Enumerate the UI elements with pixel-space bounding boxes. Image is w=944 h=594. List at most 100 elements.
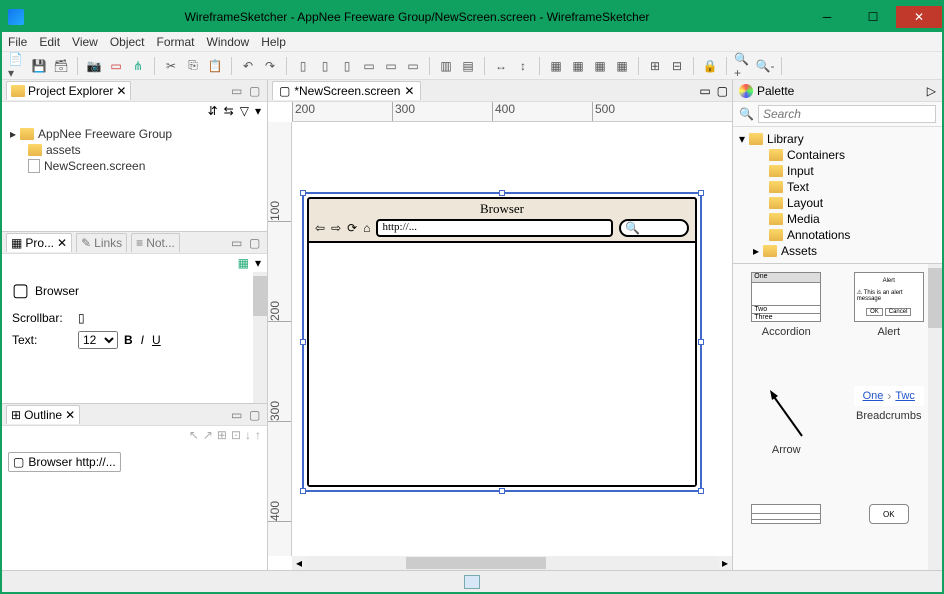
- resize-handle[interactable]: [300, 339, 306, 345]
- tree-text[interactable]: Text: [739, 179, 936, 195]
- resize-handle[interactable]: [698, 190, 704, 196]
- share-button[interactable]: ⋔: [129, 57, 147, 75]
- underline-button[interactable]: U: [152, 333, 161, 347]
- lock-button[interactable]: 🔒: [701, 57, 719, 75]
- outline-tool-3[interactable]: ⊞: [217, 428, 227, 446]
- palette-search-input[interactable]: [758, 105, 936, 123]
- align-middle-button[interactable]: ▭: [382, 57, 400, 75]
- save-button[interactable]: 💾: [30, 57, 48, 75]
- menu-help[interactable]: Help: [261, 35, 286, 49]
- browser-wireframe[interactable]: Browser ⇦ ⇨ ⟳ ⌂ http://... 🔍: [307, 197, 697, 487]
- menu-window[interactable]: Window: [207, 35, 250, 49]
- canvas-hscrollbar[interactable]: ◂ ▸: [292, 556, 732, 570]
- properties-scrollbar[interactable]: [253, 272, 267, 403]
- pdf-button[interactable]: ▭: [107, 57, 125, 75]
- widget-accordion[interactable]: One Two Three Accordion: [737, 272, 836, 376]
- tree-layout[interactable]: Layout: [739, 195, 936, 211]
- link-editor-icon[interactable]: ⇆: [224, 104, 234, 120]
- camera-button[interactable]: 📷: [85, 57, 103, 75]
- view-menu-icon[interactable]: ▾: [255, 104, 261, 120]
- outline-tool-6[interactable]: ↑: [255, 428, 261, 446]
- close-button[interactable]: ✕: [896, 6, 942, 28]
- resize-handle[interactable]: [499, 488, 505, 494]
- add-property-icon[interactable]: ▦: [238, 256, 249, 270]
- paste-button[interactable]: 📋: [206, 57, 224, 75]
- minimize-view-icon[interactable]: ▭: [231, 408, 245, 422]
- bold-button[interactable]: B: [124, 333, 133, 347]
- project-explorer-tab[interactable]: Project Explorer ✕: [6, 81, 131, 100]
- distribute-h-button[interactable]: ▥: [437, 57, 455, 75]
- match-height-button[interactable]: ↕: [514, 57, 532, 75]
- restore-view-icon[interactable]: ▢: [249, 84, 263, 98]
- menu-file[interactable]: File: [8, 35, 27, 49]
- resize-handle[interactable]: [300, 190, 306, 196]
- canvas[interactable]: Browser ⇦ ⇨ ⟳ ⌂ http://... 🔍: [292, 122, 732, 556]
- outline-tool-1[interactable]: ↖: [189, 428, 199, 446]
- match-width-button[interactable]: ↔: [492, 57, 510, 75]
- zoom-out-button[interactable]: 🔍-: [756, 57, 774, 75]
- view-menu-icon[interactable]: ▾: [255, 256, 261, 270]
- distribute-v-button[interactable]: ▤: [459, 57, 477, 75]
- canvas-area[interactable]: 200 300 400 500 100 200 300 400: [268, 102, 732, 570]
- close-view-icon[interactable]: ✕: [116, 84, 126, 98]
- properties-tab[interactable]: ▦ Pro... ✕: [6, 233, 72, 252]
- widget-partial-1[interactable]: [737, 504, 836, 562]
- tree-screen-file[interactable]: NewScreen.screen: [10, 158, 259, 174]
- menu-object[interactable]: Object: [110, 35, 145, 49]
- send-backward-button[interactable]: ▦: [613, 57, 631, 75]
- zoom-in-button[interactable]: 🔍+: [734, 57, 752, 75]
- outline-tool-2[interactable]: ↗: [203, 428, 213, 446]
- new-dropdown-button[interactable]: 📄▾: [8, 57, 26, 75]
- align-right-button[interactable]: ▯: [338, 57, 356, 75]
- editor-tab[interactable]: ▢ *NewScreen.screen ✕: [272, 81, 421, 100]
- minimize-view-icon[interactable]: ▭: [231, 236, 245, 250]
- align-top-button[interactable]: ▭: [360, 57, 378, 75]
- font-size-select[interactable]: 12: [78, 331, 118, 349]
- selection-box[interactable]: Browser ⇦ ⇨ ⟳ ⌂ http://... 🔍: [302, 192, 702, 492]
- tree-library[interactable]: ▾ Library: [739, 131, 936, 147]
- resize-handle[interactable]: [698, 339, 704, 345]
- outline-tool-5[interactable]: ↓: [245, 428, 251, 446]
- redo-button[interactable]: ↷: [261, 57, 279, 75]
- align-center-button[interactable]: ▯: [316, 57, 334, 75]
- undo-button[interactable]: ↶: [239, 57, 257, 75]
- scrollbar-value-icon[interactable]: ▯: [78, 311, 85, 325]
- collapse-all-icon[interactable]: ⇵: [208, 104, 218, 120]
- maximize-button[interactable]: ☐: [850, 6, 896, 28]
- widget-alert[interactable]: Alert ⚠ This is an alert message OKCance…: [840, 272, 939, 376]
- tree-project[interactable]: ▸ AppNee Freeware Group: [10, 126, 259, 142]
- tree-input[interactable]: Input: [739, 163, 936, 179]
- status-icon[interactable]: [464, 575, 480, 589]
- group-button[interactable]: ⊞: [646, 57, 664, 75]
- outline-tab[interactable]: ⊞ Outline ✕: [6, 405, 80, 424]
- align-left-button[interactable]: ▯: [294, 57, 312, 75]
- copy-button[interactable]: ⎘: [184, 57, 202, 75]
- resize-handle[interactable]: [698, 488, 704, 494]
- tree-containers[interactable]: Containers: [739, 147, 936, 163]
- widget-arrow[interactable]: Arrow: [737, 386, 836, 494]
- align-bottom-button[interactable]: ▭: [404, 57, 422, 75]
- tree-assets[interactable]: assets: [10, 142, 259, 158]
- bring-front-button[interactable]: ▦: [547, 57, 565, 75]
- resize-handle[interactable]: [300, 488, 306, 494]
- menu-format[interactable]: Format: [157, 35, 195, 49]
- outline-tool-4[interactable]: ⊡: [231, 428, 241, 446]
- palette-collapse-icon[interactable]: ▷: [927, 84, 936, 98]
- send-back-button[interactable]: ▦: [569, 57, 587, 75]
- tree-annotations[interactable]: Annotations: [739, 227, 936, 243]
- minimize-view-icon[interactable]: ▭: [231, 84, 245, 98]
- restore-view-icon[interactable]: ▢: [249, 408, 263, 422]
- menu-view[interactable]: View: [72, 35, 98, 49]
- widget-partial-2[interactable]: OK: [840, 504, 939, 562]
- save-all-button[interactable]: 🗃: [52, 57, 70, 75]
- filter-icon[interactable]: ▽: [240, 104, 249, 120]
- italic-button[interactable]: I: [141, 333, 144, 347]
- minimize-button[interactable]: ─: [804, 6, 850, 28]
- ungroup-button[interactable]: ⊟: [668, 57, 686, 75]
- maximize-editor-icon[interactable]: ▢: [717, 84, 728, 98]
- palette-scrollbar[interactable]: [928, 264, 942, 570]
- resize-handle[interactable]: [499, 190, 505, 196]
- menu-edit[interactable]: Edit: [39, 35, 60, 49]
- bring-forward-button[interactable]: ▦: [591, 57, 609, 75]
- minimize-editor-icon[interactable]: ▭: [699, 84, 710, 98]
